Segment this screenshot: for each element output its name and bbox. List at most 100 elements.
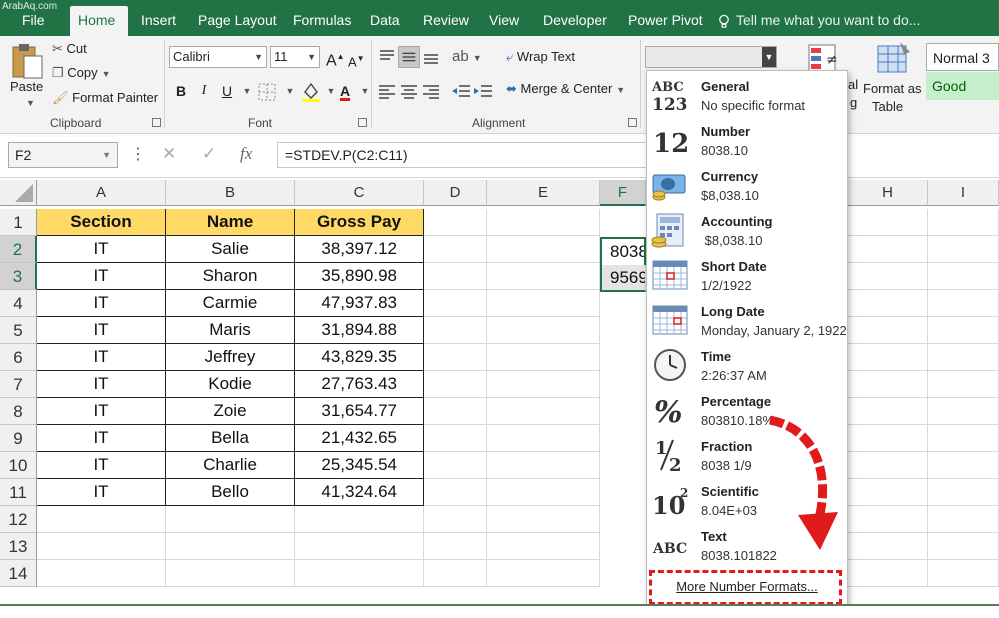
borders-icon[interactable] [258,83,280,105]
empty-cell[interactable] [487,290,600,317]
column-header-f[interactable]: F [600,180,646,206]
cut-button[interactable]: ✂ Cut [52,40,87,58]
row-header-8[interactable]: 8 [0,398,37,425]
format-long-date[interactable]: Long Date Monday, January 2, 1922 [647,298,847,343]
cell-b5[interactable]: Maris [166,317,295,344]
formula-input[interactable]: =STDEV.P(C2:C11) [277,142,697,168]
cancel-icon[interactable]: ✕ [162,144,176,164]
decrease-indent-icon[interactable] [450,80,472,102]
row-header-7[interactable]: 7 [0,371,37,398]
name-box[interactable]: F2 ▼ [8,142,118,168]
cell-a4[interactable]: IT [37,290,166,317]
cell-c2[interactable]: 38,397.12 [295,236,424,263]
cell-a5[interactable]: IT [37,317,166,344]
tab-formulas[interactable]: Formulas [285,6,359,36]
cell-c10[interactable]: 25,345.54 [295,452,424,479]
empty-cell[interactable] [848,263,928,290]
empty-cell[interactable] [928,479,999,506]
underline-dropdown-icon[interactable]: ▼ [236,80,258,102]
align-bottom-icon[interactable] [420,46,442,68]
empty-cell[interactable] [487,371,600,398]
column-header-c[interactable]: C [295,180,424,206]
empty-cell[interactable] [295,533,424,560]
row-header-3[interactable]: 3 [0,263,37,290]
row-header-14[interactable]: 14 [0,560,37,587]
font-name-combo[interactable]: Calibri ▼ [169,46,267,68]
align-right-icon[interactable] [420,80,442,102]
row-header-10[interactable]: 10 [0,452,37,479]
copy-button[interactable]: ❐ Copy ▼ [52,64,111,83]
tab-home[interactable]: Home [70,6,128,36]
cell-b6[interactable]: Jeffrey [166,344,295,371]
row-header-13[interactable]: 13 [0,533,37,560]
empty-cell[interactable] [487,452,600,479]
worksheet-grid[interactable]: A B C D E F H I 1 2 3 4 5 6 7 8 9 10 11 12 13 14 Sect… [0,178,999,618]
more-options-icon[interactable]: ⋮ [130,144,146,164]
empty-cell[interactable] [928,533,999,560]
empty-cell[interactable] [487,263,600,290]
tab-power-pivot[interactable]: Power Pivot [620,6,711,36]
row-header-12[interactable]: 12 [0,506,37,533]
tab-view[interactable]: View [481,6,527,36]
cell-c5[interactable]: 31,894.88 [295,317,424,344]
cell-b7[interactable]: Kodie [166,371,295,398]
wrap-text-button[interactable]: ⤶ Wrap Text [506,48,575,66]
align-top-icon[interactable] [376,46,398,68]
empty-cell[interactable] [487,209,600,236]
empty-cell[interactable] [848,344,928,371]
format-number[interactable]: 12 Number 8038.10 [647,118,847,163]
cell-a1[interactable]: Section [37,209,166,236]
empty-cell[interactable] [928,263,999,290]
empty-cell[interactable] [424,560,487,587]
empty-cell[interactable] [848,398,928,425]
tab-data[interactable]: Data [362,6,408,36]
paste-button[interactable]: Paste ▼ [6,40,48,110]
empty-cell[interactable] [848,560,928,587]
align-left-icon[interactable] [376,80,398,102]
tab-review[interactable]: Review [415,6,477,36]
cell-b3[interactable]: Sharon [166,263,295,290]
cell-b2[interactable]: Salie [166,236,295,263]
row-header-2[interactable]: 2 [0,236,37,263]
empty-cell[interactable] [166,533,295,560]
empty-cell[interactable] [487,560,600,587]
format-time[interactable]: Time 2:26:37 AM [647,343,847,388]
insert-function-icon[interactable]: fx [240,144,252,164]
empty-cell[interactable] [424,452,487,479]
cell-c3[interactable]: 35,890.98 [295,263,424,290]
empty-cell[interactable] [487,236,600,263]
copy-dropdown-icon[interactable]: ▼ [102,69,111,79]
empty-cell[interactable] [928,506,999,533]
cell-a2[interactable]: IT [37,236,166,263]
row-header-11[interactable]: 11 [0,479,37,506]
empty-cell[interactable] [848,290,928,317]
decrease-font-size-button[interactable]: A▼ [348,50,365,71]
tab-page-layout[interactable]: Page Layout [190,6,285,36]
empty-cell[interactable] [37,560,166,587]
underline-button[interactable]: U [216,80,238,102]
format-short-date[interactable]: Short Date 1/2/1922 [647,253,847,298]
cell-b1[interactable]: Name [166,209,295,236]
empty-cell[interactable] [928,344,999,371]
column-header-b[interactable]: B [166,180,295,206]
empty-cell[interactable] [424,344,487,371]
fill-color-icon[interactable] [300,80,322,102]
row-header-4[interactable]: 4 [0,290,37,317]
cell-b10[interactable]: Charlie [166,452,295,479]
empty-cell[interactable] [848,209,928,236]
italic-button[interactable]: I [193,80,215,102]
empty-cell[interactable] [424,506,487,533]
empty-cell[interactable] [424,209,487,236]
empty-cell[interactable] [424,317,487,344]
cell-c7[interactable]: 27,763.43 [295,371,424,398]
empty-cell[interactable] [166,506,295,533]
format-general[interactable]: ABC 123 General No specific format [647,73,847,118]
tab-developer[interactable]: Developer [535,6,615,36]
tab-insert[interactable]: Insert [133,6,184,36]
cell-c6[interactable]: 43,829.35 [295,344,424,371]
cell-a11[interactable]: IT [37,479,166,506]
empty-cell[interactable] [487,533,600,560]
empty-cell[interactable] [424,425,487,452]
font-size-combo[interactable]: 11 ▼ [270,46,320,68]
empty-cell[interactable] [424,533,487,560]
